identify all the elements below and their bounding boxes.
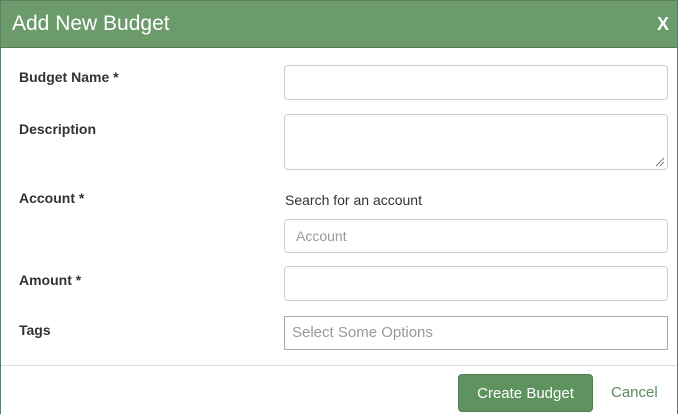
- budget-name-input[interactable]: [284, 65, 668, 100]
- account-input[interactable]: [284, 219, 668, 253]
- account-search-hint: Search for an account: [285, 192, 422, 208]
- dialog-footer: Create Budget Cancel: [1, 365, 677, 414]
- description-textarea[interactable]: [284, 114, 668, 170]
- dialog-titlebar: Add New Budget X: [1, 1, 677, 48]
- tags-label: Tags: [19, 322, 51, 338]
- create-budget-button[interactable]: Create Budget: [458, 374, 593, 412]
- amount-input[interactable]: [284, 266, 668, 301]
- budget-name-label: Budget Name *: [19, 69, 119, 85]
- account-label: Account *: [19, 190, 85, 206]
- amount-label: Amount *: [19, 272, 82, 288]
- resize-grip-icon[interactable]: [653, 155, 665, 167]
- dialog-title: Add New Budget: [12, 12, 170, 35]
- tags-placeholder: Select Some Options: [292, 324, 433, 341]
- description-label: Description: [19, 121, 97, 137]
- tags-multiselect[interactable]: Select Some Options: [284, 316, 668, 350]
- cancel-link[interactable]: Cancel: [611, 384, 658, 402]
- add-budget-dialog: Add New Budget X Budget Name * Descripti…: [0, 0, 678, 414]
- close-icon[interactable]: X: [657, 13, 669, 35]
